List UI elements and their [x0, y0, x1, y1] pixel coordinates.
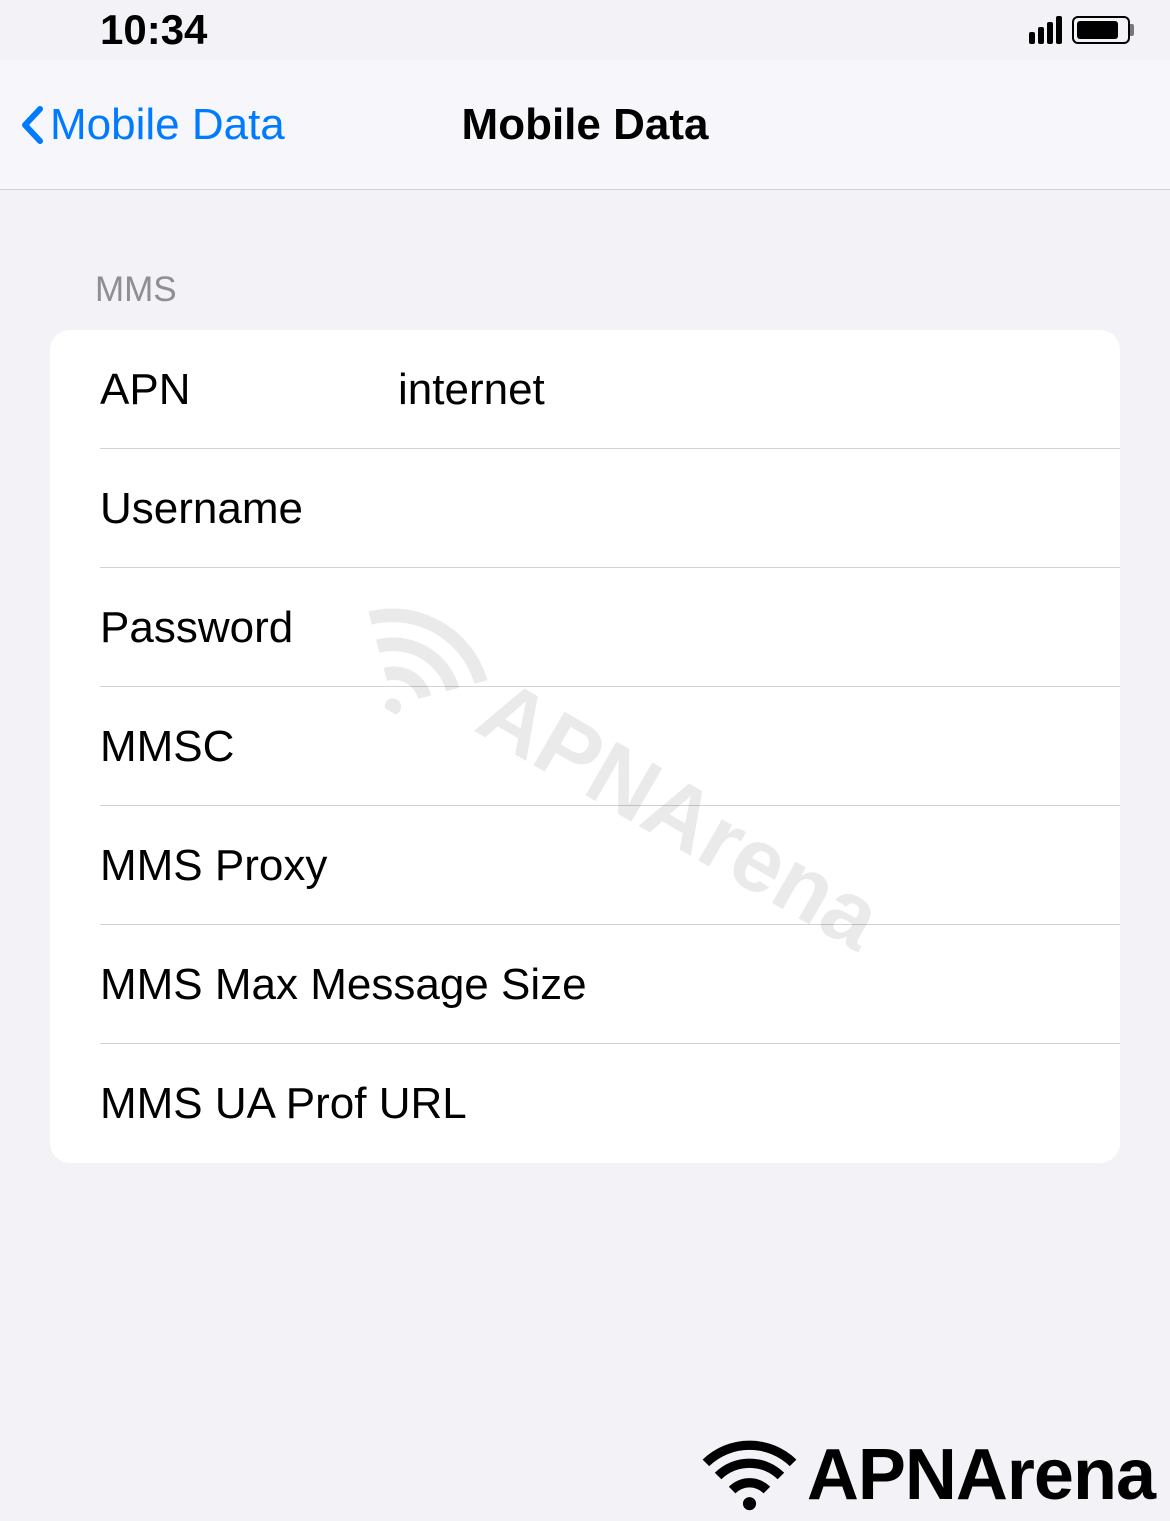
label-username: Username	[100, 484, 398, 534]
content: MMS APN Username Password MMSC MMS Proxy…	[0, 190, 1170, 1163]
cellular-signal-icon	[1029, 16, 1062, 44]
row-mms-proxy[interactable]: MMS Proxy	[50, 806, 1120, 925]
row-password[interactable]: Password	[50, 568, 1120, 687]
row-mms-max-size[interactable]: MMS Max Message Size	[50, 925, 1120, 1044]
status-bar: 10:34	[0, 0, 1170, 60]
navigation-bar: Mobile Data Mobile Data	[0, 60, 1170, 190]
input-apn[interactable]	[398, 365, 1120, 415]
label-password: Password	[100, 603, 398, 653]
watermark-text: APNArena	[807, 1434, 1155, 1516]
input-username[interactable]	[398, 484, 1120, 534]
row-apn[interactable]: APN	[50, 330, 1120, 449]
label-mms-max-size: MMS Max Message Size	[100, 960, 1120, 1010]
settings-group-mms: APN Username Password MMSC MMS Proxy MMS…	[50, 330, 1120, 1163]
watermark-bottom: APNArena	[702, 1434, 1155, 1516]
row-mmsc[interactable]: MMSC	[50, 687, 1120, 806]
wifi-icon	[702, 1438, 797, 1513]
label-apn: APN	[100, 365, 398, 415]
input-mmsc[interactable]	[398, 722, 1120, 772]
section-header-mms: MMS	[0, 235, 1170, 330]
page-title: Mobile Data	[462, 100, 709, 150]
input-password[interactable]	[398, 603, 1120, 653]
status-time: 10:34	[100, 6, 207, 54]
chevron-left-icon	[20, 105, 45, 145]
input-mms-proxy[interactable]	[398, 841, 1120, 891]
battery-icon	[1072, 16, 1130, 44]
row-mms-ua-prof[interactable]: MMS UA Prof URL	[50, 1044, 1120, 1163]
back-button[interactable]: Mobile Data	[20, 100, 285, 150]
label-mms-ua-prof: MMS UA Prof URL	[100, 1079, 1120, 1129]
label-mms-proxy: MMS Proxy	[100, 841, 398, 891]
back-label: Mobile Data	[50, 100, 285, 150]
row-username[interactable]: Username	[50, 449, 1120, 568]
label-mmsc: MMSC	[100, 722, 398, 772]
status-icons	[1029, 16, 1130, 44]
